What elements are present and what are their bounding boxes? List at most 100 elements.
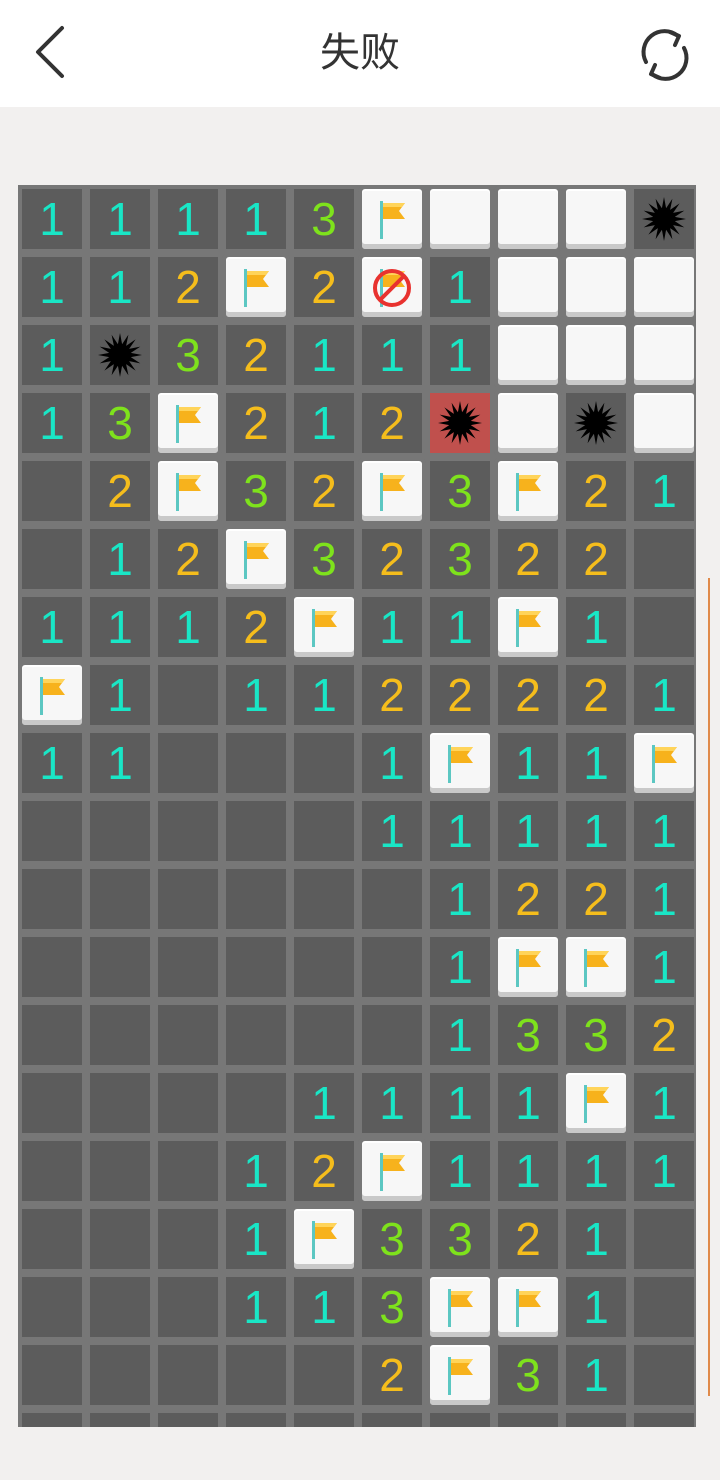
cell-number[interactable]: 3 <box>358 1273 426 1341</box>
cell-number[interactable]: 1 <box>222 1273 290 1341</box>
cell-empty[interactable] <box>86 1001 154 1069</box>
cell-number[interactable]: 1 <box>494 797 562 865</box>
cell-number[interactable]: 1 <box>494 1409 562 1427</box>
cell-number[interactable]: 1 <box>358 797 426 865</box>
cell-number[interactable]: 2 <box>154 253 222 321</box>
cell-flagged[interactable] <box>494 593 562 661</box>
cell-number[interactable]: 1 <box>290 389 358 457</box>
cell-number[interactable]: 1 <box>86 525 154 593</box>
cell-empty[interactable] <box>18 1341 86 1409</box>
cell-wrong-flag[interactable] <box>358 253 426 321</box>
cell-number[interactable]: 1 <box>630 797 696 865</box>
cell-number[interactable]: 2 <box>222 321 290 389</box>
cell-number[interactable]: 2 <box>562 457 630 525</box>
cell-number[interactable]: 2 <box>222 389 290 457</box>
cell-empty[interactable] <box>86 1205 154 1273</box>
cell-unopened[interactable] <box>494 321 562 389</box>
cell-number[interactable]: 2 <box>630 1001 696 1069</box>
cell-number[interactable]: 2 <box>562 865 630 933</box>
cell-exploded-mine[interactable] <box>426 389 494 457</box>
cell-flagged[interactable] <box>358 185 426 253</box>
cell-mine[interactable] <box>562 389 630 457</box>
cell-number[interactable]: 1 <box>426 593 494 661</box>
cell-number[interactable]: 1 <box>630 1069 696 1137</box>
cell-number[interactable]: 1 <box>426 797 494 865</box>
cell-number[interactable]: 1 <box>426 865 494 933</box>
cell-empty[interactable] <box>222 1001 290 1069</box>
cell-empty[interactable] <box>290 1001 358 1069</box>
cell-number[interactable]: 1 <box>630 661 696 729</box>
cell-empty[interactable] <box>154 1069 222 1137</box>
cell-number[interactable]: 3 <box>426 525 494 593</box>
cell-empty[interactable] <box>86 1341 154 1409</box>
cell-flagged[interactable] <box>494 457 562 525</box>
cell-empty[interactable] <box>18 525 86 593</box>
cell-empty[interactable] <box>154 797 222 865</box>
cell-unopened[interactable] <box>562 253 630 321</box>
cell-mine[interactable] <box>86 321 154 389</box>
cell-number[interactable]: 1 <box>18 729 86 797</box>
cell-empty[interactable] <box>630 1205 696 1273</box>
cell-empty[interactable] <box>630 525 696 593</box>
cell-number[interactable]: 1 <box>358 321 426 389</box>
cell-flagged[interactable] <box>426 1273 494 1341</box>
cell-empty[interactable] <box>86 1137 154 1205</box>
cell-number[interactable]: 2 <box>358 661 426 729</box>
cell-number[interactable]: 1 <box>630 1137 696 1205</box>
cell-number[interactable]: 3 <box>290 185 358 253</box>
cell-empty[interactable] <box>222 1341 290 1409</box>
cell-flagged[interactable] <box>290 1205 358 1273</box>
cell-flagged[interactable] <box>494 1273 562 1341</box>
cell-empty[interactable] <box>154 933 222 1001</box>
cell-number[interactable]: 1 <box>562 797 630 865</box>
cell-empty[interactable] <box>290 865 358 933</box>
cell-empty[interactable] <box>154 1273 222 1341</box>
cell-number[interactable]: 1 <box>222 1205 290 1273</box>
cell-number[interactable]: 2 <box>494 661 562 729</box>
cell-number[interactable]: 2 <box>222 593 290 661</box>
cell-empty[interactable] <box>154 729 222 797</box>
cell-empty[interactable] <box>562 1409 630 1427</box>
cell-empty[interactable] <box>86 865 154 933</box>
cell-number[interactable]: 1 <box>426 253 494 321</box>
cell-empty[interactable] <box>630 593 696 661</box>
cell-number[interactable]: 2 <box>562 661 630 729</box>
cell-number[interactable]: 1 <box>426 933 494 1001</box>
cell-flagged[interactable] <box>154 389 222 457</box>
cell-number[interactable]: 1 <box>562 1205 630 1273</box>
cell-number[interactable]: 1 <box>358 729 426 797</box>
cell-empty[interactable] <box>222 729 290 797</box>
cell-empty[interactable] <box>290 797 358 865</box>
cell-number[interactable]: 1 <box>562 1137 630 1205</box>
cell-empty[interactable] <box>154 1001 222 1069</box>
cell-number[interactable]: 2 <box>290 457 358 525</box>
cell-number[interactable]: 1 <box>18 321 86 389</box>
cell-unopened[interactable] <box>494 253 562 321</box>
cell-number[interactable]: 3 <box>222 457 290 525</box>
cell-number[interactable]: 1 <box>630 933 696 1001</box>
cell-empty[interactable] <box>18 457 86 525</box>
cell-number[interactable]: 2 <box>494 1205 562 1273</box>
cell-empty[interactable] <box>18 797 86 865</box>
cell-empty[interactable] <box>86 797 154 865</box>
cell-empty[interactable] <box>290 933 358 1001</box>
cell-number[interactable]: 2 <box>562 525 630 593</box>
cell-unopened[interactable] <box>426 185 494 253</box>
cell-flagged[interactable] <box>290 593 358 661</box>
cell-number[interactable]: 1 <box>290 1273 358 1341</box>
cell-empty[interactable] <box>18 1069 86 1137</box>
cell-number[interactable]: 1 <box>426 1137 494 1205</box>
cell-number[interactable]: 2 <box>494 525 562 593</box>
cell-unopened[interactable] <box>494 389 562 457</box>
cell-number[interactable]: 1 <box>86 729 154 797</box>
cell-number[interactable]: 1 <box>562 729 630 797</box>
cell-empty[interactable] <box>358 933 426 1001</box>
cell-flagged[interactable] <box>562 933 630 1001</box>
cell-number[interactable]: 3 <box>358 1205 426 1273</box>
cell-number[interactable]: 1 <box>86 185 154 253</box>
cell-empty[interactable] <box>18 1409 86 1427</box>
cell-empty[interactable] <box>18 865 86 933</box>
cell-number[interactable]: 1 <box>426 1001 494 1069</box>
cell-number[interactable]: 1 <box>86 253 154 321</box>
cell-number[interactable]: 1 <box>222 1137 290 1205</box>
